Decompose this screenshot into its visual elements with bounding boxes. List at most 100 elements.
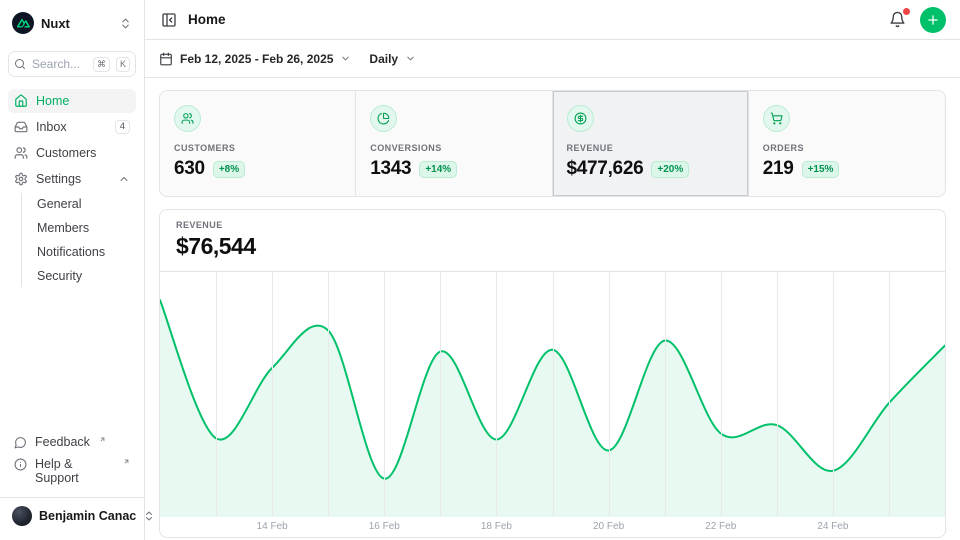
avatar [12,506,32,526]
kbd-meta: ⌘ [93,57,110,72]
chart-gridline [496,272,497,517]
x-axis-tick-label: 22 Feb [705,521,736,532]
user-menu[interactable]: Benjamin Canac [0,497,144,536]
sidebar-item-security[interactable]: Security [33,265,136,287]
chart-gridline [609,272,610,517]
stat-value: 630 [174,158,205,180]
help-support-link[interactable]: Help & Support [8,453,136,489]
x-axis-tick-label: 24 Feb [817,521,848,532]
sidebar-subitem-label: Notifications [37,245,105,259]
nuxt-logo-icon [12,12,34,34]
x-axis-tick-label: 20 Feb [593,521,624,532]
chevrons-up-down-icon [119,17,132,30]
sidebar-item-notifications[interactable]: Notifications [33,241,136,263]
sidebar-item-members[interactable]: Members [33,217,136,239]
sidebar-item-home[interactable]: Home [8,89,136,113]
chart-gridline [440,272,441,517]
chart-gridline [216,272,217,517]
sidebar-item-general[interactable]: General [33,193,136,215]
dashboard-content: CUSTOMERS 630 +8% CONVERSIONS 1343 +14% [145,78,960,540]
date-range-label: Feb 12, 2025 - Feb 26, 2025 [180,52,333,66]
stat-delta-badge: +14% [419,161,457,178]
chart-gridline [553,272,554,517]
chart-gridline [721,272,722,517]
chart-metric-value: $76,544 [176,233,929,260]
chart-gridline [384,272,385,517]
calendar-icon [159,52,173,66]
users-icon [174,105,201,132]
stats-row: CUSTOMERS 630 +8% CONVERSIONS 1343 +14% [159,90,946,197]
chart-gridline [833,272,834,517]
page-title: Home [188,12,226,27]
stat-label: REVENUE [567,143,734,153]
arrow-up-right-icon [99,436,106,443]
kbd-key: K [116,57,130,72]
filters-toolbar: Feb 12, 2025 - Feb 26, 2025 Daily [145,40,960,78]
workspace-selector[interactable]: Nuxt [8,10,136,36]
user-name: Benjamin Canac [39,509,136,523]
x-axis-tick-label: 16 Feb [369,521,400,532]
add-button[interactable] [920,7,946,33]
chart-gridline [665,272,666,517]
sidebar-nav: Home Inbox 4 Customers Settings [8,89,136,289]
x-axis-tick-label: 18 Feb [481,521,512,532]
stat-label: CUSTOMERS [174,143,341,153]
cart-icon [763,105,790,132]
stat-card-conversions[interactable]: CONVERSIONS 1343 +14% [356,91,552,196]
stat-delta-badge: +20% [651,161,689,178]
sidebar-item-label: Home [36,94,69,108]
chart-gridline [272,272,273,517]
interval-select[interactable]: Daily [369,52,416,66]
notification-dot [903,8,910,15]
stat-card-customers[interactable]: CUSTOMERS 630 +8% [160,91,356,196]
feedback-link[interactable]: Feedback [8,431,136,453]
stat-label: ORDERS [763,143,931,153]
stat-value: 1343 [370,158,411,180]
date-range-picker[interactable]: Feb 12, 2025 - Feb 26, 2025 [159,52,351,66]
chart-metric-label: REVENUE [176,220,929,230]
notifications-button[interactable] [887,9,908,30]
help-support-label: Help & Support [35,457,114,485]
sidebar-item-label: Settings [36,172,81,186]
sidebar-subitem-label: Security [37,269,82,283]
main-panel: Home Feb 12, 2 [145,0,960,540]
search-input[interactable]: Search... ⌘ K [8,51,136,77]
settings-subnav: General Members Notifications Security [21,193,136,287]
chart-plot [160,272,945,517]
chat-bubble-icon [14,436,27,449]
interval-label: Daily [369,52,398,66]
revenue-chart-card: REVENUE $76,544 14 Feb 16 Feb 18 Feb 20 Feb… [159,209,946,538]
sidebar-subitem-label: General [37,197,81,211]
gear-icon [14,172,28,186]
chevron-down-icon [340,53,351,64]
chart-gridline [328,272,329,517]
stat-card-orders[interactable]: ORDERS 219 +15% [749,91,945,196]
sidebar-subitem-label: Members [37,221,89,235]
search-placeholder: Search... [32,57,87,71]
topbar: Home [145,0,960,40]
x-axis-tick-label: 14 Feb [257,521,288,532]
home-icon [14,94,28,108]
sidebar: Nuxt Search... ⌘ K Home [0,0,145,540]
inbox-count-badge: 4 [115,120,130,134]
chart-header: REVENUE $76,544 [160,210,945,272]
panel-left-close-icon [161,12,177,28]
stat-card-revenue[interactable]: REVENUE $477,626 +20% [553,91,749,196]
chart-gridline [889,272,890,517]
collapse-sidebar-button[interactable] [159,10,179,30]
stat-value: 219 [763,158,794,180]
sidebar-item-label: Inbox [36,120,67,134]
circle-dollar-icon [567,105,594,132]
workspace-name: Nuxt [41,16,112,31]
stat-label: CONVERSIONS [370,143,537,153]
x-axis-labels: 14 Feb 16 Feb 18 Feb 20 Feb 22 Feb 24 Feb [160,517,945,537]
stat-value: $477,626 [567,158,644,180]
stat-delta-badge: +15% [802,161,840,178]
chart-pie-icon [370,105,397,132]
sidebar-item-settings[interactable]: Settings [8,167,136,191]
chevron-down-icon [405,53,416,64]
chart-gridline [777,272,778,517]
sidebar-item-inbox[interactable]: Inbox 4 [8,115,136,139]
topbar-actions [887,7,946,33]
sidebar-item-customers[interactable]: Customers [8,141,136,165]
